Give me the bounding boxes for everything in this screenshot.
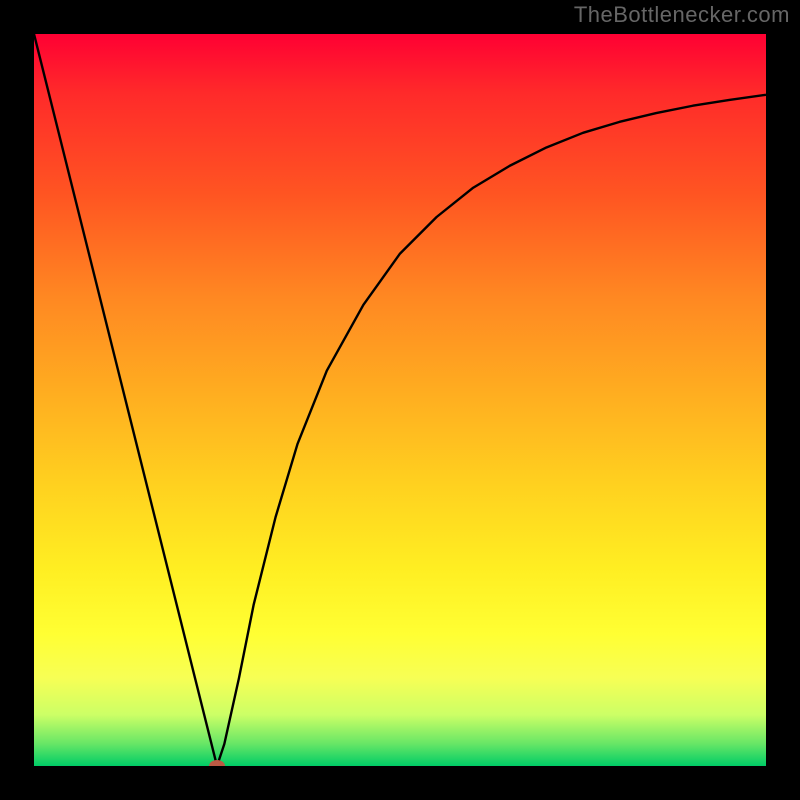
curve-minimum-marker [209,760,225,766]
attribution-label: TheBottlenecker.com [574,2,790,28]
bottleneck-curve [34,34,766,766]
plot-svg [34,34,766,766]
plot-area [34,34,766,766]
chart-frame: TheBottlenecker.com [0,0,800,800]
